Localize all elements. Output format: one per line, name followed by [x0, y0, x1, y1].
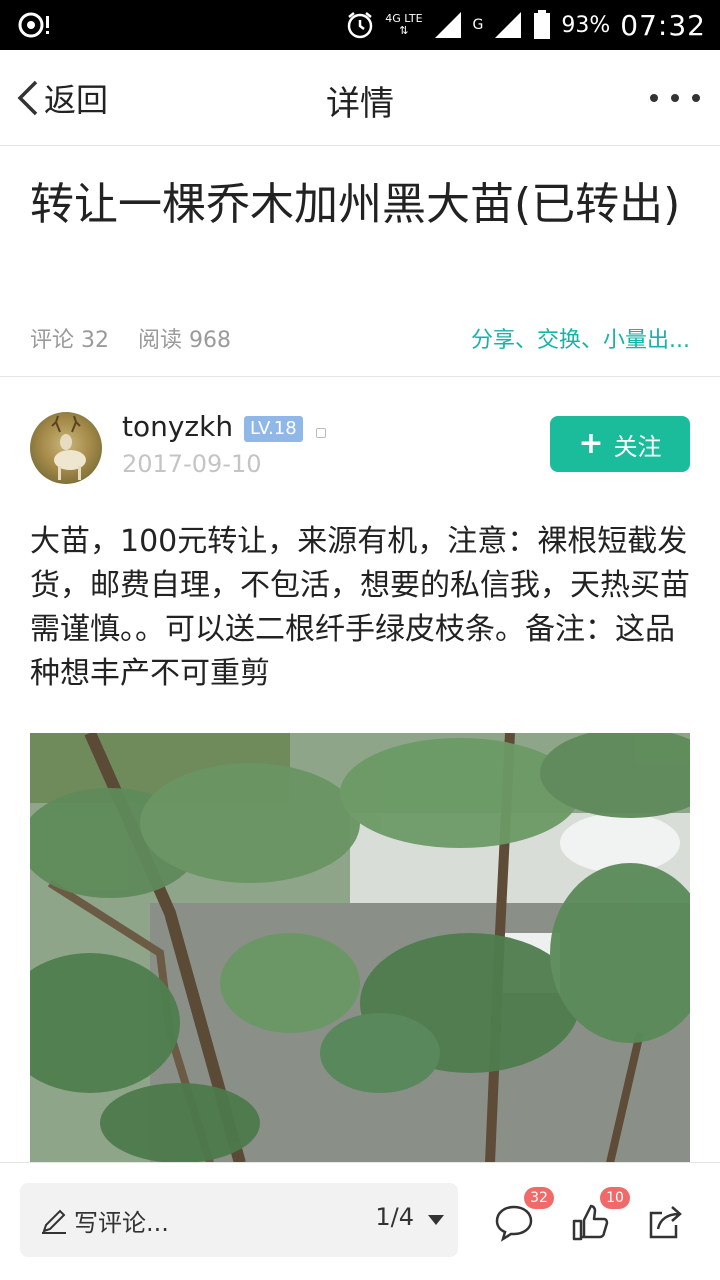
pen-icon: [42, 1209, 66, 1234]
app-notification-icon: [18, 12, 49, 38]
author-name[interactable]: tonyzkh: [122, 410, 233, 443]
network-indicator: 4G LTE ⇅: [385, 12, 423, 37]
status-bar: 4G LTE ⇅ G 93% 07:32: [0, 0, 720, 50]
sim2-label: G: [472, 17, 484, 33]
page-indicator[interactable]: 1/4: [375, 1203, 414, 1231]
nav-bar: 返回 详情: [0, 50, 720, 146]
comment-icon[interactable]: [494, 1203, 534, 1243]
category-tags[interactable]: 分享、交换、小量出...: [471, 322, 690, 354]
chevron-left-icon: [17, 80, 38, 116]
comment-input[interactable]: 写评论... 1/4: [20, 1183, 458, 1257]
battery-icon: [534, 10, 551, 39]
more-icon[interactable]: [650, 86, 700, 110]
avatar[interactable]: [30, 412, 102, 484]
signal-icon: [434, 12, 461, 38]
gender-icon: [316, 428, 326, 438]
fig-tree-image: [30, 733, 690, 1163]
post-title: 转让一棵乔木加州黑大苗(已转出): [30, 179, 681, 230]
post-meta: 评论 32 阅读 968 分享、交换、小量出...: [30, 322, 690, 356]
plus-icon: +: [578, 426, 604, 461]
alarm-icon: [347, 12, 373, 39]
comment-placeholder: 写评论...: [74, 1209, 169, 1237]
signal-icon-2: [495, 12, 522, 38]
post-content: 大苗，100元转让，来源有机，注意：裸根短截发货，邮费自理，不包活，想要的私信我…: [30, 524, 690, 691]
follow-label: 关注: [613, 432, 662, 461]
post-date: 2017-09-10: [122, 450, 262, 478]
read-count-label: 阅读 968: [138, 328, 231, 353]
clock: 07:32: [620, 8, 706, 42]
comment-count-label: 评论 32: [30, 328, 109, 353]
back-label: 返回: [44, 81, 109, 119]
bottom-bar: 写评论... 1/4 32 10: [0, 1162, 720, 1280]
level-badge: LV.18: [244, 416, 303, 442]
follow-button[interactable]: + 关注: [550, 416, 690, 472]
back-button[interactable]: 返回: [14, 76, 108, 120]
dropdown-icon[interactable]: [428, 1215, 444, 1225]
post-image[interactable]: [30, 733, 690, 1163]
comment-count-badge: 32: [524, 1187, 554, 1209]
battery-percent: 93%: [561, 12, 611, 38]
divider: [0, 376, 720, 377]
thumbs-up-icon[interactable]: [570, 1203, 610, 1243]
like-count-badge: 10: [600, 1187, 630, 1209]
deer-image: [51, 415, 86, 480]
share-icon[interactable]: [646, 1203, 686, 1243]
